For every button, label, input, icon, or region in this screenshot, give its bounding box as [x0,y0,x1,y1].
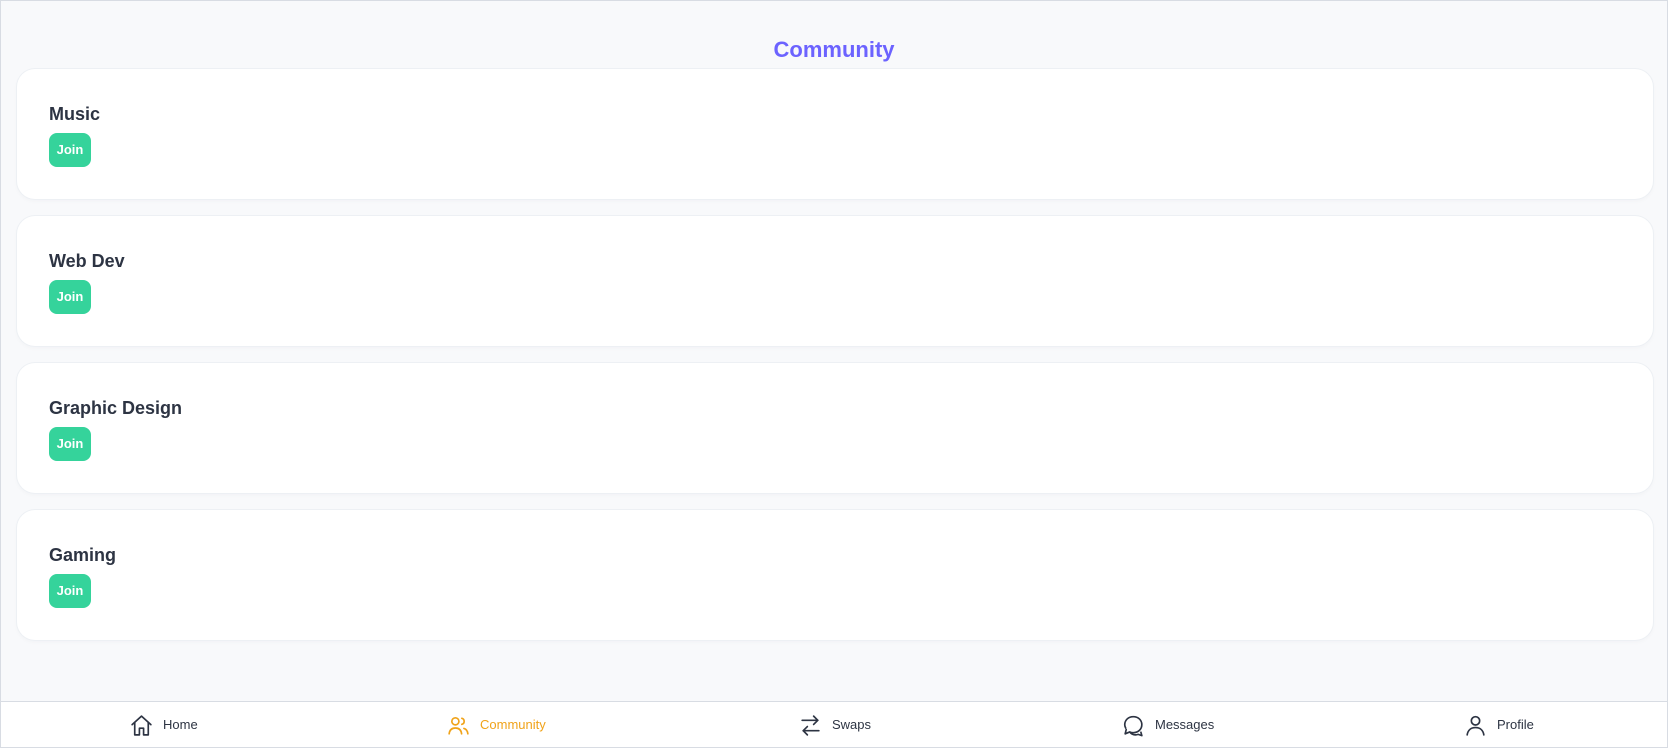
nav-label-messages: Messages [1155,717,1215,732]
page-title: Community [773,36,895,62]
nav-item-profile[interactable]: Profile [1463,712,1534,738]
community-name: Gaming [49,545,117,565]
community-card-gaming: Gaming Join [17,510,1653,640]
home-icon [131,714,152,736]
community-name: Graphic Design [49,398,183,418]
community-card-music: Music Join [17,69,1653,199]
community-name: Music [49,104,101,124]
nav-label-profile: Profile [1497,717,1534,732]
community-card-graphic-design: Graphic Design Join [17,363,1653,493]
nav-label-community: Community [480,717,546,732]
join-music-button[interactable]: Join [49,133,91,167]
community-card-web-dev: Web Dev Join [17,216,1653,346]
nav-item-community[interactable]: Community [446,712,546,738]
user-icon [1466,715,1485,736]
users-icon [448,716,469,735]
nav-item-home[interactable]: Home [129,712,198,738]
bottom-navigation: Home Community Swaps Messages Profile [1,701,1667,747]
community-name: Web Dev [49,251,125,271]
join-graphic-design-button[interactable]: Join [49,427,91,461]
community-group-list: Music Join Web Dev Join Graphic Design J… [17,69,1653,657]
nav-label-swaps: Swaps [832,717,872,732]
nav-item-messages[interactable]: Messages [1121,712,1214,738]
nav-label-home: Home [163,717,198,732]
join-web-dev-button[interactable]: Join [49,280,91,314]
swap-arrows-icon [801,714,820,736]
nav-item-swaps[interactable]: Swaps [798,712,871,738]
join-gaming-button[interactable]: Join [49,574,91,608]
chat-bubbles-icon [1123,715,1143,736]
